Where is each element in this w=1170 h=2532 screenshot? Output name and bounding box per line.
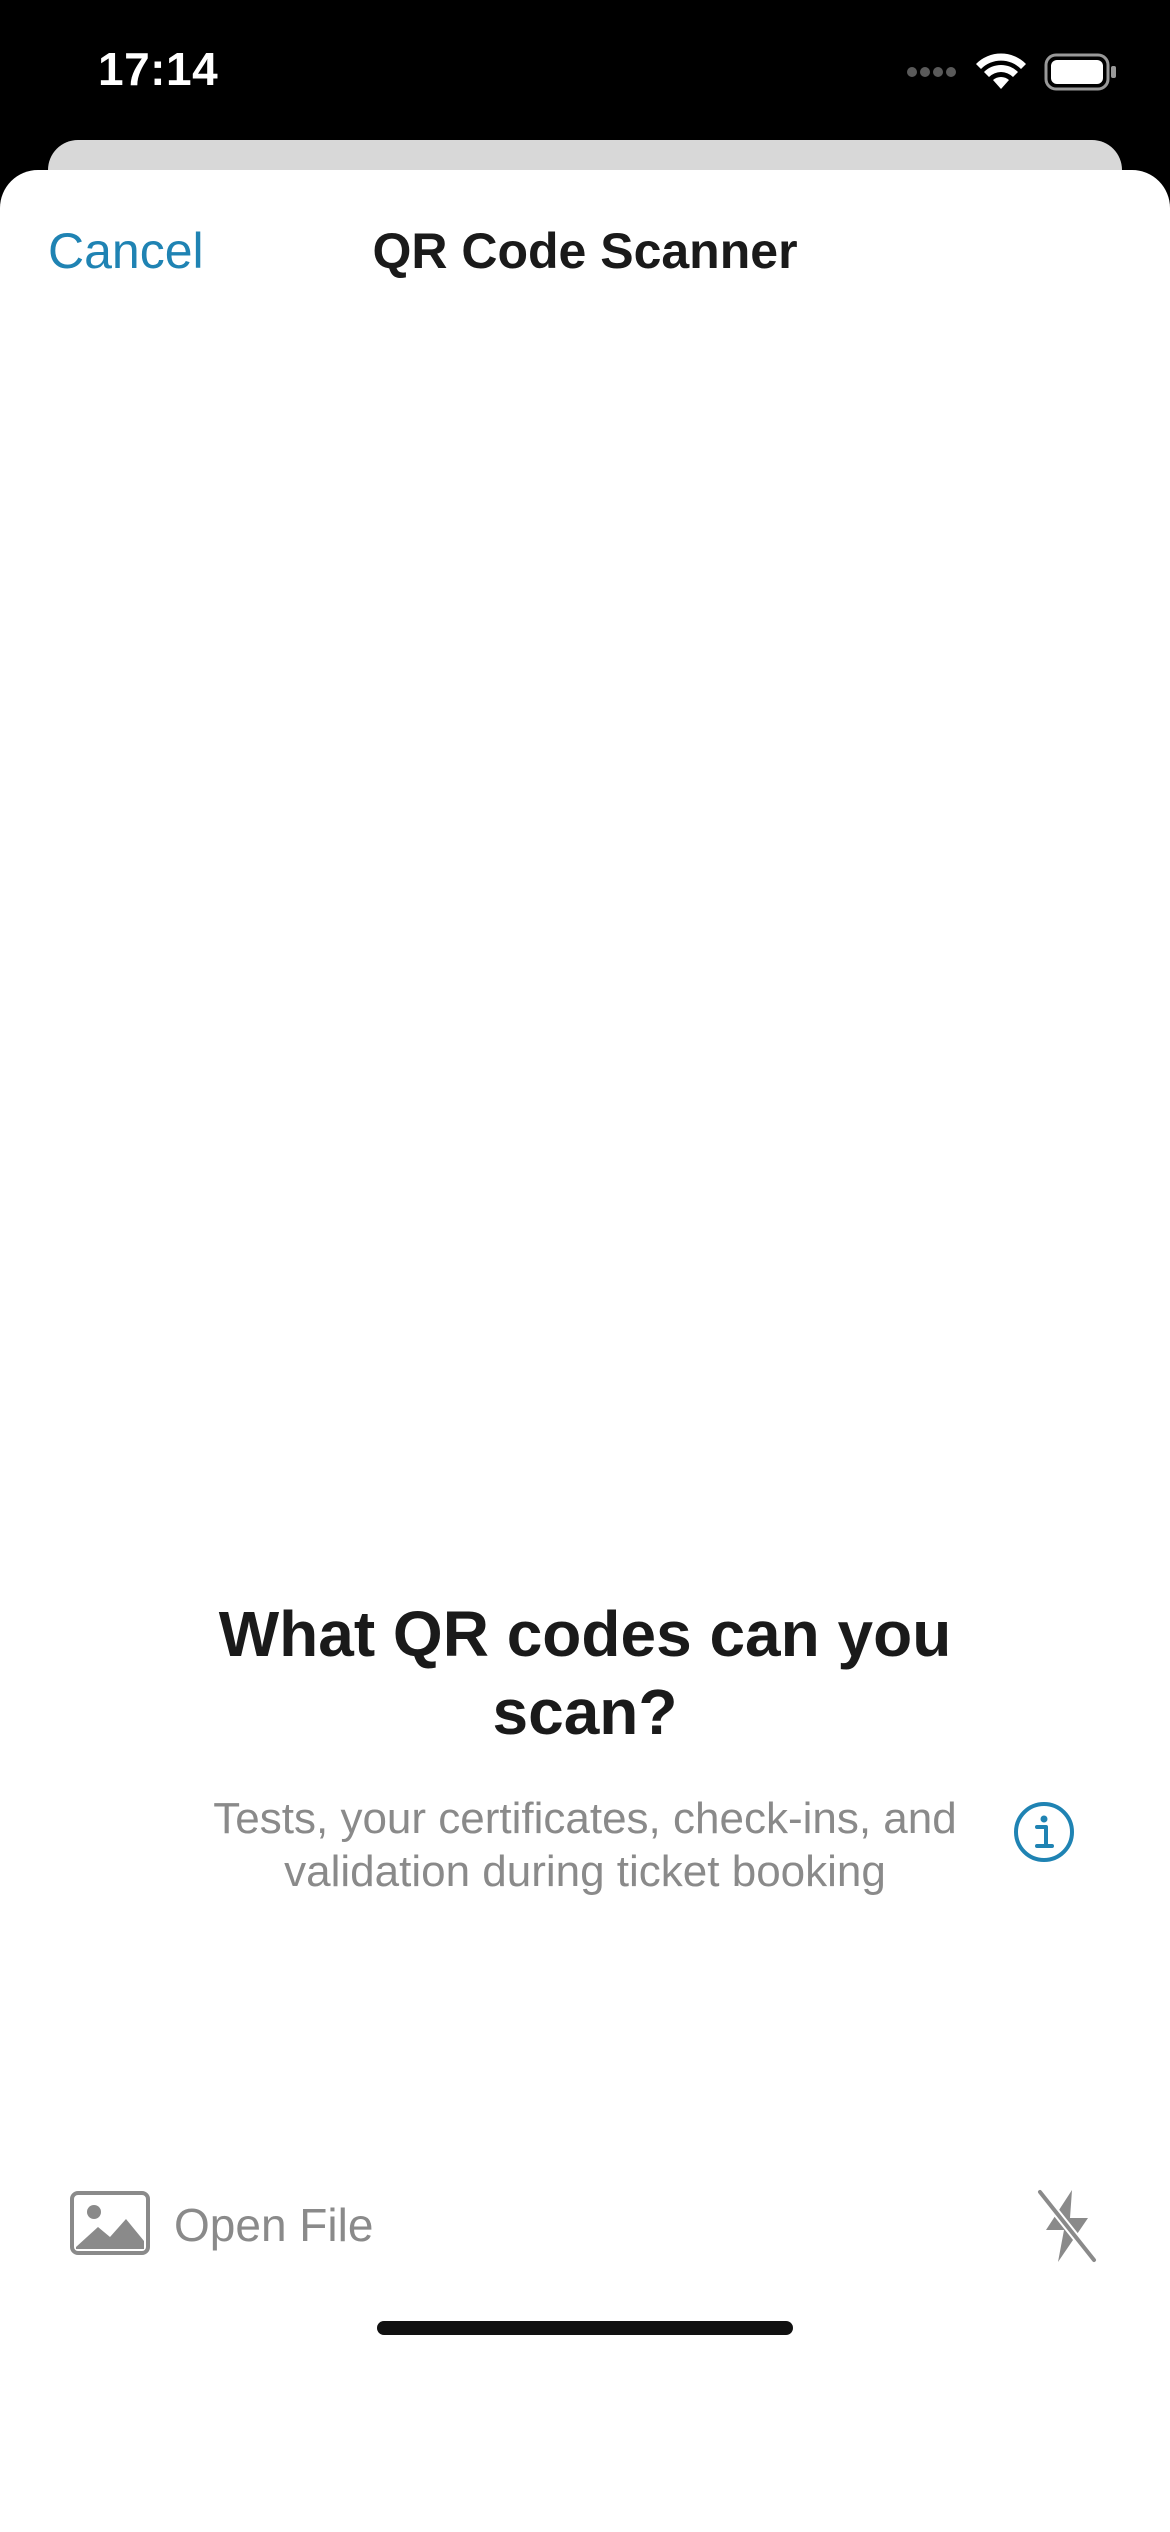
home-indicator[interactable] [377,2321,793,2335]
info-circle-icon[interactable] [1012,1800,1076,1864]
qr-scanner-screen: 17:14 Cancel QR Code Scanner What QR cod… [0,0,1170,2532]
scanner-toolbar: Open File [0,2150,1170,2290]
info-heading: What QR codes can you scan? [218,1598,952,1748]
open-file-button[interactable]: Open File [70,2190,373,2260]
status-bar: 17:14 [0,0,1170,150]
wifi-icon [976,52,1026,96]
camera-preview [0,340,1170,1740]
info-description: Tests, your certificates, check-ins, and… [213,1794,957,1896]
navigation-bar: Cancel QR Code Scanner [0,170,1170,340]
status-icons [906,52,1118,96]
cellular-signal-icon [906,64,958,85]
page-title: QR Code Scanner [372,223,798,279]
flash-off-icon[interactable] [1034,2186,1100,2266]
status-time: 17:14 [98,43,219,95]
battery-icon [1044,53,1118,96]
photo-icon [70,2190,150,2260]
open-file-label: Open File [174,2199,374,2251]
info-row: Tests, your certificates, check-ins, and… [160,1792,1100,1902]
